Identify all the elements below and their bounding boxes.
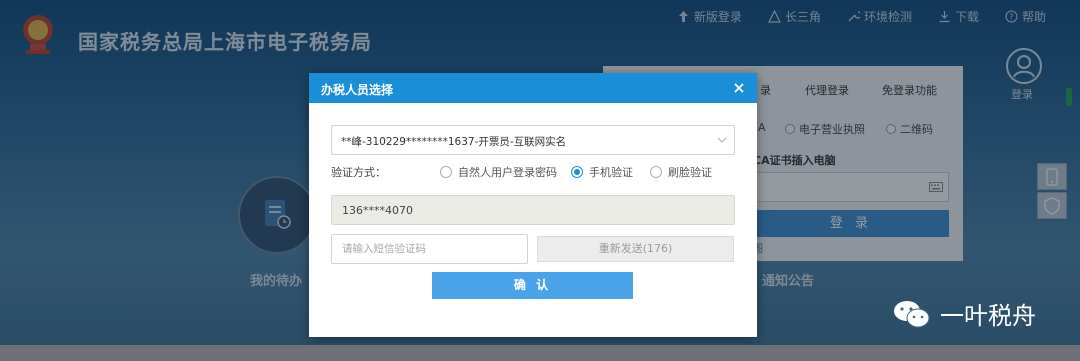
modal-header: 办税人员选择 [309,73,757,103]
verify-option-phone[interactable]: 手机验证 [571,164,633,180]
close-icon[interactable] [731,80,747,96]
radio-label: 自然人用户登录密码 [458,166,557,179]
person-select-value: **峰-310229********1637-开票员-互联网实名 [341,136,567,148]
resend-code-button[interactable]: 重新发送(176) [537,236,734,262]
sms-code-input[interactable] [331,234,528,264]
watermark-text: 一叶税舟 [940,302,1036,330]
bottom-bar [0,345,1080,361]
person-select[interactable]: **峰-310229********1637-开票员-互联网实名 [331,125,735,155]
watermark: 一叶税舟 [892,296,1036,331]
radio-circle-checked [571,166,583,178]
phone-number-field: 136****4070 [331,195,735,225]
radio-label: 刷脸验证 [668,166,712,179]
confirm-button[interactable]: 确 认 [432,272,633,299]
verify-option-face[interactable]: 刷脸验证 [650,164,712,180]
staff-select-modal: 办税人员选择 **峰-310229********1637-开票员-互联网实名 … [309,73,757,337]
wechat-icon [894,300,930,327]
radio-label: 手机验证 [589,166,633,179]
chevron-down-icon [717,137,727,143]
verify-method-label: 验证方式： [331,166,386,179]
verify-option-password[interactable]: 自然人用户登录密码 [440,164,557,180]
phone-number: 136****4070 [342,204,413,217]
modal-title: 办税人员选择 [321,83,394,97]
radio-circle [650,166,662,178]
radio-circle [440,166,452,178]
